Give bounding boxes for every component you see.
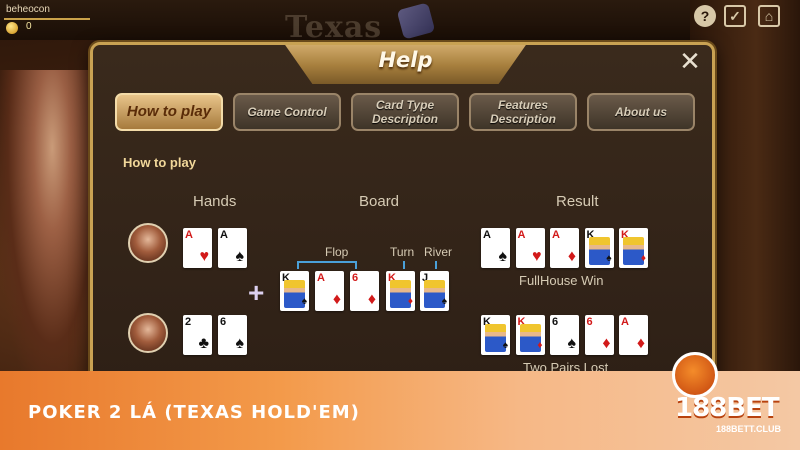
card-suit-icon: ♠ xyxy=(301,296,307,307)
hands-heading: Hands xyxy=(193,193,237,210)
turn-marker xyxy=(403,261,405,269)
card-rank: A xyxy=(621,316,629,328)
card-rank: 6 xyxy=(552,316,559,328)
playing-card: K ♦ xyxy=(515,315,545,355)
playing-card: K ♠ xyxy=(280,271,309,311)
playing-card: A ♦ xyxy=(550,228,579,268)
playing-card: 6 ♠ xyxy=(218,315,247,355)
dealer-figure xyxy=(0,70,95,380)
card-suit-icon: ♥ xyxy=(532,248,542,265)
playing-card: 6 ♦ xyxy=(350,271,379,311)
user-info: beheocon 0 xyxy=(4,4,90,38)
card-rank: A xyxy=(552,229,560,241)
user-underline xyxy=(4,18,90,20)
exit-icon[interactable]: ⌂ xyxy=(758,5,780,27)
card-suit-icon: ♠ xyxy=(441,296,447,307)
close-button[interactable]: ✕ xyxy=(678,48,702,74)
game-title: Texas xyxy=(285,10,383,45)
playing-card: K ♦ xyxy=(619,228,648,268)
flop-bracket xyxy=(297,261,357,269)
card-suit-icon: ♥ xyxy=(199,248,210,265)
brand-url: 188BETT.CLUB xyxy=(716,424,782,434)
card-suit-icon: ♠ xyxy=(235,335,245,352)
result-heading: Result xyxy=(556,193,599,210)
tab-features-description[interactable]: Features Description xyxy=(469,93,577,131)
playing-card: A ♠ xyxy=(481,228,510,268)
playing-card: K ♠ xyxy=(584,228,614,268)
player-avatar xyxy=(128,313,168,353)
card-suit-icon: ♠ xyxy=(606,253,612,264)
playing-card: 6 ♦ xyxy=(584,315,614,355)
tab-card-type-description[interactable]: Card Type Description xyxy=(351,93,459,131)
card-suit-icon: ♦ xyxy=(567,248,576,265)
help-icon[interactable]: ? xyxy=(694,5,716,27)
playing-card: J ♠ xyxy=(420,271,449,311)
playing-card: 6 ♠ xyxy=(550,315,579,355)
card-suit-icon: ♠ xyxy=(498,248,508,265)
card-rank: A xyxy=(185,229,193,241)
card-suit-icon: ♦ xyxy=(367,291,376,308)
card-rank: A xyxy=(317,272,325,284)
section-heading: How to play xyxy=(123,155,196,170)
playing-card: A ♦ xyxy=(619,315,648,355)
tab-about-us[interactable]: About us xyxy=(587,93,695,131)
checklist-icon[interactable]: ✓ xyxy=(724,5,746,27)
tab-how-to-play[interactable]: How to play xyxy=(115,93,223,131)
card-rank: A xyxy=(517,229,526,241)
playing-card: A ♠ xyxy=(218,228,247,268)
playing-card: 2 ♣ xyxy=(183,315,212,355)
coin-balance: 0 xyxy=(26,21,32,32)
card-rank: 6 xyxy=(352,272,359,284)
playing-card: A ♥ xyxy=(183,228,212,268)
playing-card: K ♠ xyxy=(481,315,510,355)
card-rank: 2 xyxy=(185,316,192,328)
card-suit-icon: ♠ xyxy=(235,248,245,265)
card-rank: 6 xyxy=(220,316,227,328)
card-rank: 6 xyxy=(586,316,593,328)
playing-card: A ♥ xyxy=(515,228,545,268)
user-name: beheocon xyxy=(6,4,50,15)
brand-mascot-icon xyxy=(672,352,718,398)
banner-title: POKER 2 LÁ (TEXAS HOLD'EM) xyxy=(28,402,360,423)
tab-game-control[interactable]: Game Control xyxy=(233,93,341,131)
card-suit-icon: ♦ xyxy=(332,291,341,308)
card-suit-icon: ♠ xyxy=(502,340,508,351)
player-avatar xyxy=(128,223,168,263)
river-marker xyxy=(435,261,437,269)
card-suit-icon: ♣ xyxy=(198,335,210,352)
playing-card: K ♦ xyxy=(386,271,415,311)
plus-icon: + xyxy=(248,277,265,308)
card-suit-icon: ♦ xyxy=(602,335,611,352)
turn-label: Turn xyxy=(390,245,415,259)
panel-title: Help xyxy=(378,48,433,72)
help-panel: Help ✕ How to play Game Control Card Typ… xyxy=(90,42,715,387)
flop-label: Flop xyxy=(325,245,349,259)
card-suit-icon: ♦ xyxy=(407,296,413,307)
playing-card: A ♦ xyxy=(315,271,344,311)
card-suit-icon: ♠ xyxy=(567,335,577,352)
card-suit-icon: ♦ xyxy=(636,335,645,352)
river-label: River xyxy=(424,245,453,259)
card-rank: A xyxy=(483,229,491,241)
brand-logo: 188BET xyxy=(675,393,780,423)
card-rank: A xyxy=(220,229,228,241)
board-heading: Board xyxy=(359,193,400,210)
card-suit-icon: ♦ xyxy=(640,253,646,264)
coin-icon xyxy=(6,22,18,34)
result-label: FullHouse Win xyxy=(519,273,604,288)
card-suit-icon: ♦ xyxy=(537,340,543,351)
